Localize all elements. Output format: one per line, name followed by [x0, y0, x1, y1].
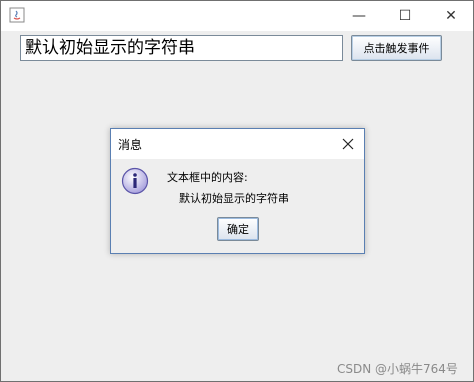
dialog-message-label: 文本框中的内容: [167, 171, 248, 184]
dialog-close-button[interactable] [336, 132, 360, 156]
ok-button[interactable]: 确定 [217, 217, 259, 241]
close-window-button[interactable]: ✕ [428, 1, 474, 31]
minimize-icon: — [352, 8, 366, 24]
main-window: — ☐ ✕ 默认初始显示的字符串 点击触发事件 消息 文本框中的内容: 默认初始… [0, 0, 474, 382]
text-input[interactable]: 默认初始显示的字符串 [20, 35, 343, 61]
close-icon: ✕ [445, 8, 457, 24]
close-icon [342, 138, 354, 150]
window-titlebar: — ☐ ✕ [1, 1, 473, 31]
dialog-message-value: 默认初始显示的字符串 [179, 192, 289, 205]
info-icon [121, 167, 149, 195]
maximize-icon: ☐ [398, 8, 412, 24]
minimize-button[interactable]: — [336, 1, 382, 31]
watermark: CSDN @小蜗牛764号 [337, 362, 458, 376]
dialog-title: 消息 [118, 138, 143, 152]
maximize-button[interactable]: ☐ [382, 1, 428, 31]
java-app-icon [9, 7, 25, 23]
trigger-event-button[interactable]: 点击触发事件 [351, 35, 442, 61]
message-dialog: 消息 文本框中的内容: 默认初始显示的字符串 确定 [110, 128, 365, 254]
dialog-titlebar: 消息 [111, 129, 364, 159]
